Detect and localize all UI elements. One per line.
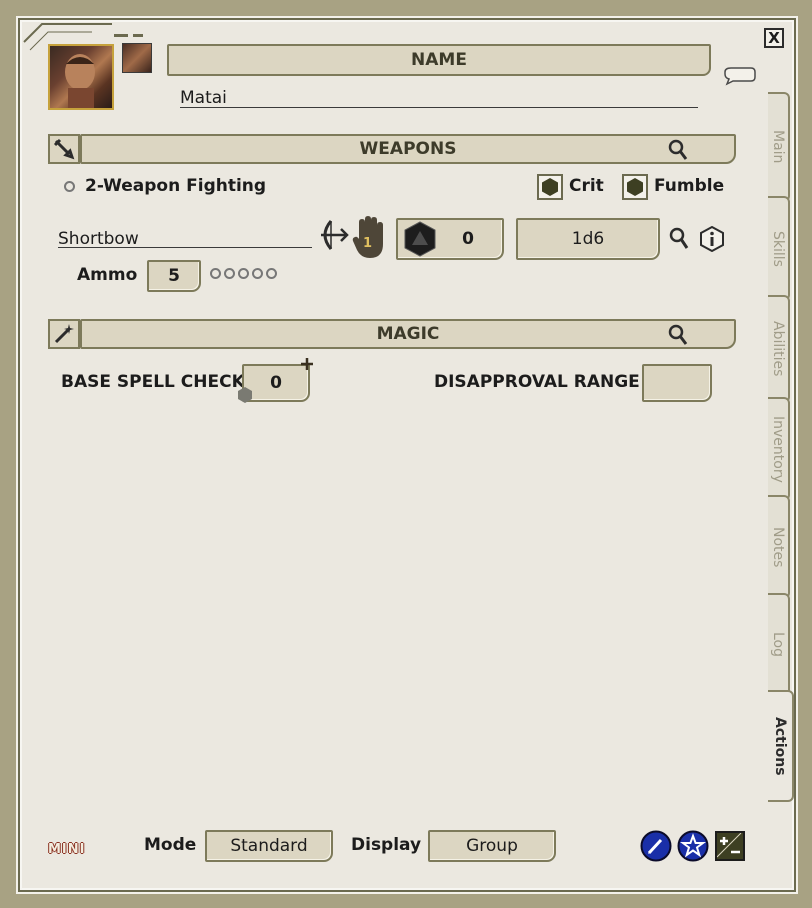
tab-log[interactable]: Log [768, 593, 790, 697]
display-select[interactable]: Group [428, 830, 556, 862]
plus-minus-button[interactable] [715, 831, 745, 861]
magic-search-icon[interactable] [667, 323, 689, 347]
hand-count: 1 [363, 236, 373, 251]
magic-header: MAGIC [80, 319, 736, 349]
two-weapon-label: 2-Weapon Fighting [85, 176, 267, 196]
fumble-button[interactable] [622, 174, 648, 200]
tab-actions[interactable]: Actions [768, 690, 794, 802]
disapproval-field[interactable] [642, 364, 712, 402]
chat-bubble-icon[interactable] [723, 64, 757, 86]
tab-main-label: Main [770, 130, 786, 164]
weapons-header: WEAPONS [80, 134, 736, 164]
hand-icon[interactable]: 1 [351, 214, 389, 260]
name-value: Matai [180, 88, 227, 108]
portrait-image [65, 54, 95, 108]
damage-field[interactable]: 1d6 [516, 218, 660, 260]
tab-actions-label: Actions [772, 716, 788, 776]
ammo-pips [210, 268, 277, 279]
close-button[interactable]: X [764, 28, 784, 48]
tab-notes-label: Notes [770, 526, 786, 568]
tab-log-label: Log [770, 632, 786, 658]
plus-minus-icon [716, 832, 742, 858]
mini-label: MINI [48, 842, 86, 857]
bow-arrow-icon[interactable] [315, 218, 349, 252]
base-spell-check-value: 0 [270, 373, 282, 393]
wand-icon [54, 324, 74, 344]
ammo-label: Ammo [77, 265, 138, 285]
tab-abilities-label: Abilities [770, 321, 786, 377]
mini-button[interactable]: MINI [48, 842, 86, 857]
crit-button[interactable] [537, 174, 563, 200]
weapon-name: Shortbow [58, 229, 139, 249]
info-icon[interactable] [699, 226, 725, 252]
crit-label: Crit [569, 176, 604, 196]
base-spell-check-label: BASE SPELL CHECK [61, 372, 245, 392]
fumble-label: Fumble [654, 176, 725, 196]
mode-label: Mode [144, 835, 197, 855]
name-field[interactable]: Matai [180, 87, 698, 108]
name-header: NAME [167, 44, 711, 76]
ammo-field[interactable]: 5 [147, 260, 201, 292]
ammo-pip[interactable] [224, 268, 235, 279]
magic-header-label: MAGIC [376, 324, 440, 344]
tab-skills-label: Skills [770, 230, 786, 267]
disapproval-label: DISAPPROVAL RANGE [434, 372, 640, 392]
weapon-name-field[interactable]: Shortbow [58, 228, 312, 249]
attack-bonus-value: 0 [462, 229, 474, 249]
plus-icon[interactable] [300, 357, 314, 371]
damage-search-icon[interactable] [668, 226, 690, 252]
character-portrait[interactable] [48, 44, 114, 110]
damage-value: 1d6 [571, 229, 605, 249]
weapons-search-icon[interactable] [667, 138, 689, 162]
tab-abilities[interactable]: Abilities [768, 295, 790, 403]
d20-icon[interactable] [403, 221, 437, 257]
edit-mode-icon[interactable] [640, 830, 672, 862]
star-icon[interactable] [677, 830, 709, 862]
mode-value: Standard [230, 836, 308, 856]
weapons-header-icon [48, 134, 80, 164]
ammo-pip[interactable] [238, 268, 249, 279]
tab-skills[interactable]: Skills [768, 196, 790, 301]
character-token[interactable] [122, 43, 152, 73]
tab-inventory[interactable]: Inventory [768, 397, 790, 501]
tab-notes[interactable]: Notes [768, 495, 790, 599]
tab-inventory-label: Inventory [770, 415, 786, 483]
display-label: Display [351, 835, 422, 855]
tab-main[interactable]: Main [768, 92, 790, 202]
mode-select[interactable]: Standard [205, 830, 333, 862]
display-value: Group [466, 836, 518, 856]
ammo-pip[interactable] [266, 268, 277, 279]
spell-hex-icon[interactable] [237, 386, 253, 404]
two-weapon-toggle[interactable] [64, 181, 75, 192]
sword-icon [53, 138, 75, 160]
close-label: X [768, 29, 780, 47]
crit-hex-icon [542, 178, 558, 196]
name-header-label: NAME [411, 50, 467, 70]
ammo-pip[interactable] [252, 268, 263, 279]
ammo-value: 5 [168, 266, 180, 286]
ammo-pip[interactable] [210, 268, 221, 279]
weapons-header-label: WEAPONS [359, 139, 457, 159]
fumble-hex-icon [627, 178, 643, 196]
magic-header-icon [48, 319, 80, 349]
